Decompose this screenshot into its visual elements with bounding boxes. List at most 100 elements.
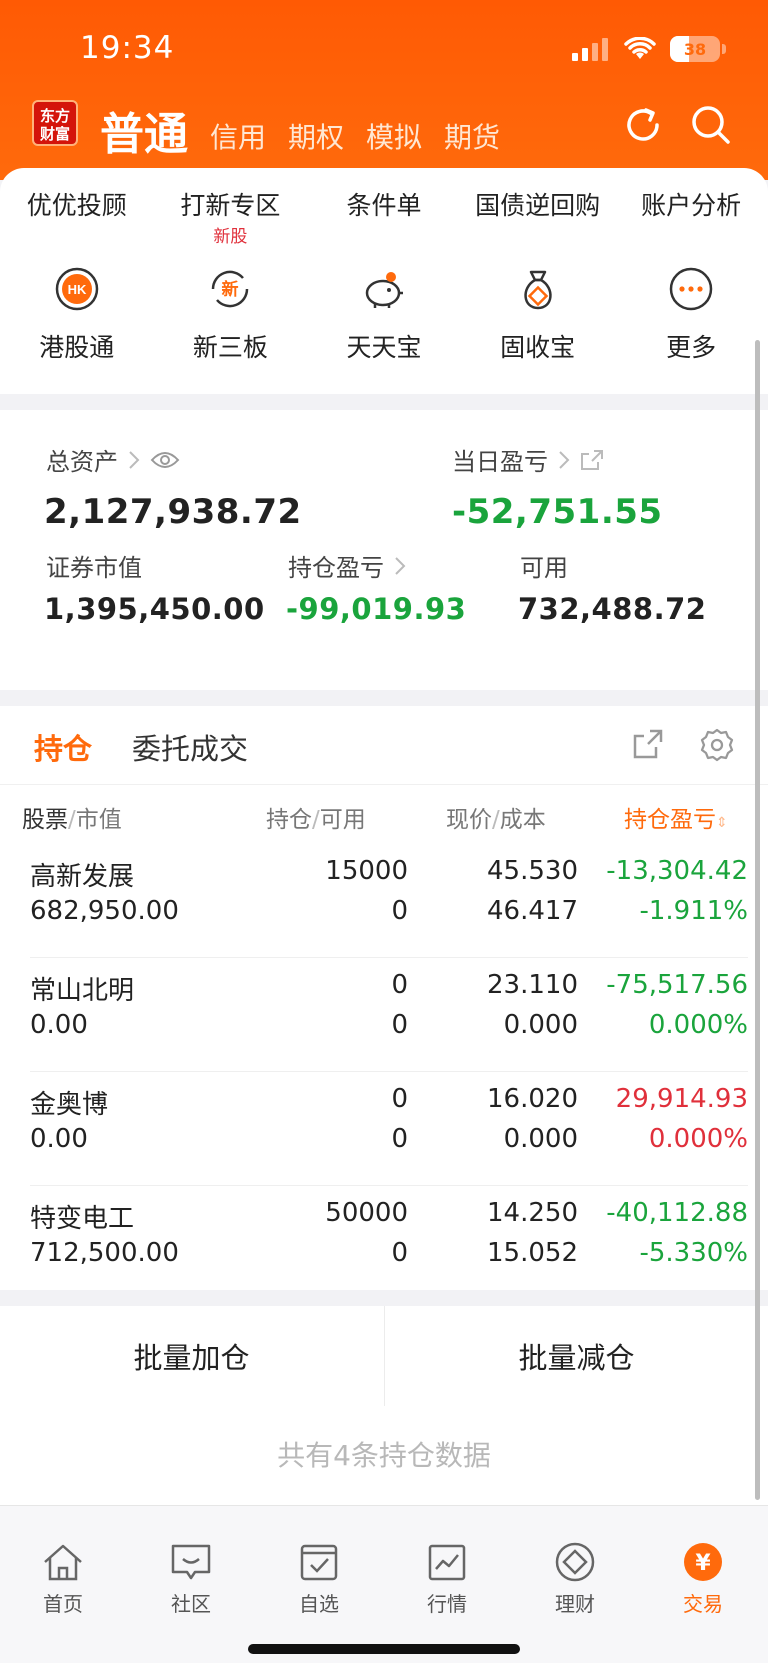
- quick-conditional-order[interactable]: 条件单: [309, 186, 459, 222]
- nav-label: 交易: [683, 1592, 723, 1616]
- nav-label: 社区: [171, 1592, 211, 1616]
- nav-wealth[interactable]: 理财: [530, 1542, 620, 1617]
- stock-market-value: 0.00: [30, 1010, 88, 1040]
- positions-count-note: 共有4条持仓数据: [277, 1439, 491, 1472]
- quick-new-third-board[interactable]: 新 新三板: [155, 266, 305, 364]
- top-header: 19:34 38 东方 财富 普通 信用 期权 模拟 期货: [0, 0, 768, 180]
- col-hold-avail[interactable]: 持仓/可用: [266, 800, 366, 834]
- col-stock-marketvalue[interactable]: 股票/市值: [22, 800, 122, 834]
- current-price: 16.020: [487, 1084, 578, 1114]
- divider: [0, 784, 768, 785]
- quick-fixed-income[interactable]: 固收宝: [463, 266, 613, 364]
- quick-ipo-zone[interactable]: 打新专区 新股: [155, 186, 305, 247]
- footer-note-area: 共有4条持仓数据: [0, 1406, 768, 1505]
- nav-community[interactable]: 社区: [146, 1542, 236, 1617]
- hold-quantity: 50000: [325, 1198, 408, 1228]
- external-link-icon[interactable]: [632, 728, 664, 760]
- nav-trade[interactable]: ¥ 交易: [658, 1542, 748, 1617]
- piggy-bank-icon: [365, 272, 403, 308]
- wealth-icon: [555, 1542, 595, 1582]
- available-label: 可用: [520, 554, 568, 582]
- tab-positions[interactable]: 持仓: [34, 726, 92, 768]
- app-logo[interactable]: 东方 财富: [32, 100, 78, 146]
- share-icon[interactable]: [580, 449, 604, 471]
- home-icon: [44, 1544, 82, 1581]
- market-value: 1,395,450.00: [44, 592, 265, 626]
- quick-tiantianbao[interactable]: 天天宝: [309, 266, 459, 364]
- col-hold: 持仓: [266, 807, 312, 833]
- col-price: 现价: [446, 807, 492, 833]
- eye-icon[interactable]: [150, 450, 180, 470]
- tab-simulation[interactable]: 模拟: [366, 116, 422, 162]
- position-pl: -40,112.88: [606, 1198, 748, 1228]
- position-pl: 29,914.93: [615, 1084, 748, 1114]
- xin-icon: 新: [212, 270, 249, 308]
- quick-hk-connect[interactable]: HK 港股通: [2, 266, 152, 364]
- scrollbar[interactable]: [755, 340, 760, 1500]
- position-row[interactable]: 常山北明 0.00 0 0 23.110 0.000 -75,517.56 0.000%: [30, 958, 748, 1072]
- search-icon[interactable]: [690, 104, 732, 146]
- cost-price: 0.000: [503, 1010, 578, 1040]
- batch-actions: 批量加仓 批量减仓: [0, 1306, 768, 1406]
- col-position-pl[interactable]: 持仓盈亏⇕: [624, 800, 744, 834]
- cost-price: 0.000: [503, 1124, 578, 1154]
- position-row[interactable]: 金奥博 0.00 0 0 16.020 0.000 29,914.93 0.000%: [30, 1072, 748, 1186]
- position-pl-percent: -1.911%: [639, 896, 748, 926]
- tab-futures[interactable]: 期货: [444, 116, 500, 162]
- col-price-cost[interactable]: 现价/成本: [446, 800, 546, 834]
- cost-price: 15.052: [487, 1238, 578, 1268]
- community-icon: [171, 1544, 211, 1580]
- quick-treasury-repo[interactable]: 国债逆回购: [463, 186, 613, 222]
- quick-label: 新三板: [192, 333, 268, 362]
- total-assets-label: 总资产: [46, 448, 118, 476]
- col-avail: 可用: [319, 807, 366, 833]
- stock-name: 特变电工: [30, 1204, 135, 1234]
- quick-label: 优优投顾: [26, 191, 127, 220]
- refresh-icon[interactable]: [622, 104, 664, 146]
- quick-label: 更多: [666, 333, 717, 362]
- tab-options[interactable]: 期权: [288, 116, 344, 162]
- nav-label: 首页: [43, 1592, 83, 1616]
- stock-market-value: 682,950.00: [30, 896, 179, 926]
- battery-indicator: 38: [670, 36, 726, 62]
- quick-label: 条件单: [346, 191, 422, 220]
- nav-watchlist[interactable]: 自选: [274, 1542, 364, 1617]
- quick-label: 固收宝: [500, 333, 576, 362]
- quick-label: 天天宝: [346, 333, 422, 362]
- settings-gear-icon[interactable]: [700, 728, 734, 762]
- svg-text:¥: ¥: [695, 1551, 711, 1576]
- batch-add-button[interactable]: 批量加仓: [0, 1306, 383, 1406]
- stock-name: 高新发展: [30, 862, 135, 892]
- batch-reduce-button[interactable]: 批量减仓: [385, 1306, 768, 1406]
- quick-label: 国债逆回购: [475, 191, 601, 220]
- position-row[interactable]: 高新发展 682,950.00 15000 0 45.530 46.417 -13,304.…: [30, 844, 748, 958]
- tab-orders[interactable]: 委托成交: [132, 726, 248, 768]
- stock-market-value: 0.00: [30, 1124, 88, 1154]
- nav-market[interactable]: 行情: [402, 1542, 492, 1617]
- total-assets-link[interactable]: 总资产: [46, 442, 180, 477]
- status-time: 19:34: [80, 30, 175, 66]
- nav-home[interactable]: 首页: [18, 1542, 108, 1617]
- tab-normal[interactable]: 普通: [100, 98, 188, 162]
- daily-pl-label: 当日盈亏: [452, 448, 548, 476]
- chevron-right-icon: [395, 556, 406, 575]
- position-pl-label: 持仓盈亏: [288, 554, 384, 582]
- chevron-right-icon: [129, 450, 140, 469]
- cellular-signal-icon: [572, 38, 608, 61]
- position-row[interactable]: 特变电工 712,500.00 50000 0 14.250 15.052 -40,112.…: [30, 1186, 748, 1300]
- position-pl: -75,517.56: [606, 970, 748, 1000]
- position-pl-link[interactable]: 持仓盈亏: [288, 548, 406, 583]
- tab-credit[interactable]: 信用: [210, 116, 266, 162]
- logo-text-line2: 财富: [39, 125, 70, 143]
- daily-pl-link[interactable]: 当日盈亏: [452, 442, 604, 477]
- available-quantity: 0: [391, 1010, 408, 1040]
- quick-account-analysis[interactable]: 账户分析: [616, 186, 766, 222]
- hold-quantity: 15000: [325, 856, 408, 886]
- quick-more[interactable]: 更多: [616, 266, 766, 364]
- position-pl-percent: 0.000%: [648, 1124, 748, 1154]
- hk-icon: HK: [55, 267, 99, 311]
- current-price: 23.110: [487, 970, 578, 1000]
- quick-youyou-advisor[interactable]: 优优投顾: [2, 186, 152, 222]
- cost-price: 46.417: [487, 896, 578, 926]
- quick-label: 港股通: [39, 333, 115, 362]
